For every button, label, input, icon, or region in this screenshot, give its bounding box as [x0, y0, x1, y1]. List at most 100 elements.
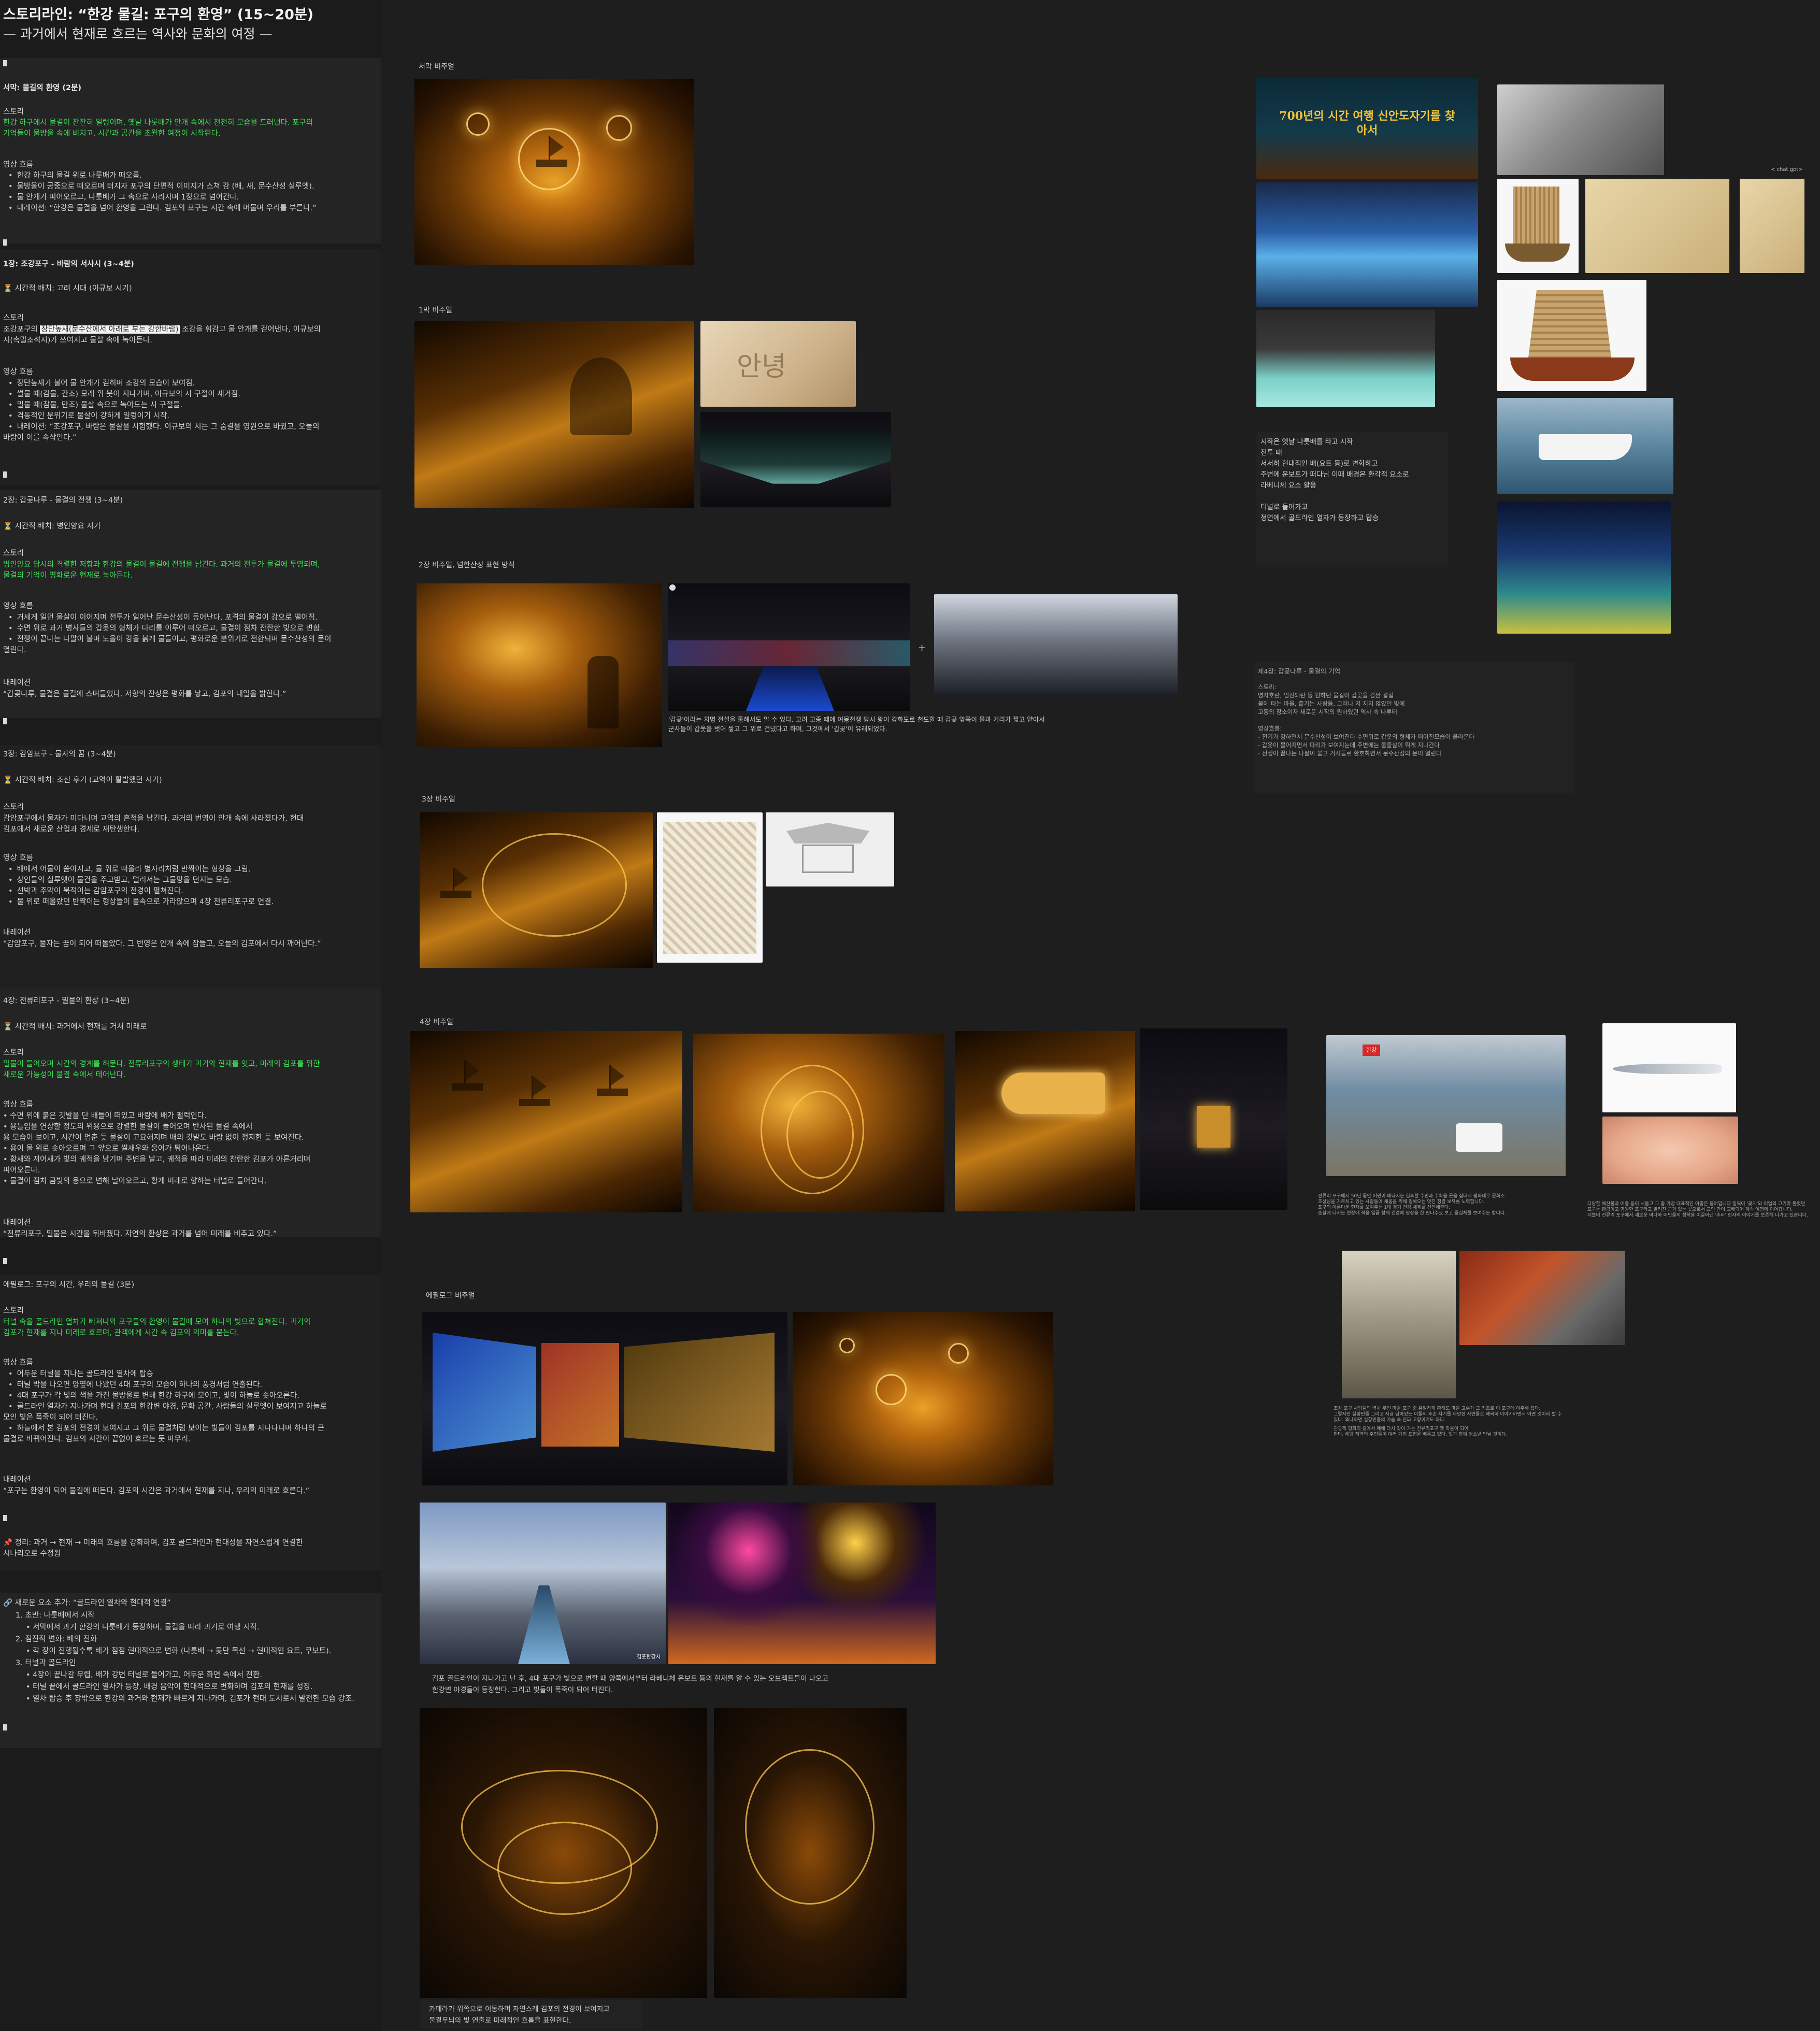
- boat-icon: [519, 1076, 550, 1106]
- section-label: 서막 비주얼: [419, 63, 454, 71]
- plus-icon[interactable]: +: [918, 642, 926, 653]
- flow-item: • 용이 물 위로 솟아오르며 그 앞으로 썰새우와 웅어가 튀어나온다.: [3, 1145, 211, 1153]
- flow-item: • 용틀임을 연상할 정도의 위용으로 강렬한 물살이 들어오며 반사된 물결 …: [3, 1123, 253, 1131]
- museum-image-floor[interactable]: [1256, 182, 1478, 307]
- chapter3-image-market[interactable]: [420, 812, 653, 968]
- archive-photo-boat[interactable]: [1497, 84, 1664, 175]
- prologue-image[interactable]: [414, 79, 694, 265]
- ship-diagram[interactable]: [1497, 179, 1579, 273]
- autumn-photo[interactable]: [1459, 1251, 1625, 1345]
- narration: “포구는 환영이 되어 물길에 떠돈다. 김포의 시간은 과거에서 현재를 지나…: [3, 1487, 310, 1495]
- story-text: 과거의 번영이 안개 속에 사라졌다가, 현대: [169, 814, 304, 823]
- new-elements-item: • 열차 탑승 후 창밖으로 한강의 과거와 현재가 빠르게 지나가며, 김포가…: [26, 1695, 354, 1703]
- section-label: 에필로그 비주얼: [426, 1292, 475, 1300]
- tunnel-view: [700, 430, 891, 484]
- chapter3-heading: 3장: 감암포구 - 물자의 꿈 (3~4분): [3, 750, 116, 759]
- chapter2-image-gallery[interactable]: [934, 594, 1178, 697]
- narration-label: 내레이션: [3, 679, 31, 687]
- story-label: 스토리: [3, 1307, 24, 1315]
- note-line: 다양한 해산물과 어종 등이 시들고 그 중 가장 대표적인 어종은 웅어입니다…: [1587, 1202, 1805, 1207]
- painting-market[interactable]: [1585, 179, 1729, 273]
- note-line: [1260, 491, 1444, 502]
- train-front: [1197, 1106, 1230, 1148]
- shrimp-photo[interactable]: [1602, 1117, 1738, 1184]
- divider: [3, 471, 7, 478]
- story-text: 감암포구에서 물자가 미다니며 교역의 흔적을 남긴다.: [3, 814, 170, 823]
- fence-sign: 한강: [1363, 1045, 1380, 1056]
- page-subtitle: — 과거에서 현재로 흐르는 역사와 문화의 여정 —: [3, 26, 273, 41]
- chatgpt-tag: < chat gpt>: [1771, 167, 1803, 173]
- ship-model[interactable]: [1497, 280, 1646, 391]
- fish-photo[interactable]: [1602, 1023, 1736, 1112]
- chapter4-image-train-tunnel[interactable]: [1140, 1028, 1287, 1210]
- chapter4-image-dragon[interactable]: [693, 1034, 944, 1212]
- flow-item: 어두운 터널을 지나는 골드라인 열차에 탑승: [8, 1369, 377, 1380]
- dragon-swirl: [786, 1091, 854, 1179]
- canal-night[interactable]: [1497, 502, 1671, 634]
- chapter4-image-flags[interactable]: [410, 1031, 682, 1212]
- chapter4-note: 제4장: 갑곶나루 - 물결의 기억 스토리: 병자호란, 임진왜란 등 원하던…: [1254, 662, 1575, 793]
- train-shape: [1001, 1072, 1105, 1114]
- selection-dot-icon[interactable]: [669, 584, 676, 591]
- museum-image-hall[interactable]: [1256, 310, 1435, 407]
- epilogue-image-bubbles[interactable]: [793, 1312, 1053, 1485]
- flow-item: 용 모습이 보이고, 시간이 멈춘 듯 물살이 고요해지며 배의 깃발도 바람 …: [3, 1134, 304, 1142]
- modern-boat[interactable]: [1497, 398, 1673, 494]
- port-photo[interactable]: 한강: [1326, 1035, 1566, 1176]
- old-family-photo[interactable]: [1342, 1251, 1456, 1398]
- story-label: 스토리: [3, 108, 24, 116]
- museum-sign-text: 700년의 시간 여행 신안도자기를 찾아서: [1279, 109, 1455, 137]
- epilogue-story: 김포가 현재를 지나 미래로 흐르며, 관객에게 시간 속 김포의 의미를 묻는…: [3, 1329, 239, 1337]
- chapter1-image-sand[interactable]: 안녕: [700, 321, 856, 407]
- flow-label: 영상 흐름: [3, 161, 33, 169]
- section-label: 1막 비주얼: [419, 306, 452, 314]
- river-light: [497, 1822, 632, 1915]
- story-text: 조강포구의: [3, 325, 40, 334]
- epilogue-image-aerial-1[interactable]: [420, 1708, 707, 1998]
- chapter4-heading: 4장: 전류리포구 - 밀물의 환상 (3~4분): [3, 997, 130, 1005]
- museum-image-sign[interactable]: 700년의 시간 여행 신안도자기를 찾아서: [1256, 78, 1478, 179]
- painting-scroll[interactable]: [1740, 179, 1804, 273]
- time-setting: ⏳ 시간적 배치: 고려 시대 (이규보 시기): [3, 284, 132, 293]
- chapter4-story: 밀물이 들어오며 시간의 경계를 허문다. 전류리포구의 생태가 과거와 현재를…: [3, 1060, 320, 1068]
- story-panel: 스토리라인: “한강 물길: 포구의 환영” (15~20분) — 과거에서 현…: [0, 0, 381, 2031]
- final-caption: 물결무늬의 빛 연출로 미래적인 흐름을 표현한다.: [429, 2016, 571, 2025]
- note-line: 병자호란, 임진왜란 등 원하던 물길이 갑곶을 감싼 갈길: [1258, 692, 1394, 699]
- chapter1-image-tunnel[interactable]: [700, 412, 891, 507]
- new-elements-title: 🔗 새로운 요소 추가: “골드라인 열차와 현대적 연결”: [3, 1599, 171, 1607]
- chapter2-image-mural[interactable]: [668, 583, 910, 711]
- note-line: 고동의 장소이자 새로운 시작의 원하였던 역사 속 나루터: [1258, 708, 1397, 716]
- highlighted-text[interactable]: 장단높새(문수산에서 아래로 부는 강한바람): [40, 325, 180, 334]
- chapter3-image-sketch[interactable]: [657, 812, 763, 963]
- flow-item-tail: 열린다.: [3, 646, 26, 654]
- chapter2-image-battle[interactable]: [417, 583, 662, 747]
- note-line: 영상흐름:: [1258, 725, 1282, 732]
- epilogue-image-fireworks[interactable]: [668, 1503, 936, 1664]
- note-line: 조상님을 가르치고 있는 사람들이 채움을 위해 일해오는 멋진 청결 보유를 …: [1318, 1199, 1485, 1205]
- chapter3-image-pavilion[interactable]: [766, 812, 894, 886]
- chapter1-image-scholar[interactable]: [414, 321, 694, 508]
- new-elements-item: 3. 터널과 골드라인: [16, 1659, 76, 1667]
- note-line: 정면에서 골드라인 열차가 등장하고 탑승: [1260, 514, 1379, 522]
- roof-shape: [786, 823, 869, 843]
- epilogue-heading: 에필로그: 포구의 시간, 우리의 물길 (3분): [3, 1281, 135, 1289]
- chapter4-image-train[interactable]: [955, 1031, 1135, 1211]
- new-elements-item: • 각 장이 진행될수록 배가 점점 현대적으로 변화 (나룻배 → 돛단 목선…: [26, 1647, 332, 1655]
- note-line: 불에 타는 마을, 흩기는 사람들, 그러나 저 지지 않았던 빛에: [1258, 700, 1405, 707]
- chapter2-story: 물결의 기억이 평화로운 현재로 녹아든다.: [3, 571, 133, 580]
- flow-item: 피어오른다.: [3, 1166, 40, 1175]
- epilogue-image-gallery[interactable]: [422, 1312, 787, 1485]
- narration: “전류리포구, 밀물은 시간을 뒤바꿨다. 자연의 환상은 과거를 넘어 미래를…: [3, 1230, 277, 1238]
- epilogue-image-aerial-2[interactable]: [714, 1708, 907, 1998]
- epilogue-image-waterway[interactable]: 김포한강시: [420, 1503, 666, 1664]
- chapter3-story: 감암포구에서 물자가 미다니며 교역의 흔적을 남긴다. 과거의 번영이 안개 …: [3, 813, 377, 824]
- note-title: 제4장: 갑곶나루 - 물결의 기억: [1258, 667, 1341, 675]
- flow-item: 내레이션: “조강포구, 바람은 물살을 시험했다. 이규보의 시는 그 숨결을…: [8, 422, 377, 433]
- divider: [3, 60, 7, 66]
- flow-item: 물 위로 떠올랐던 반짝이는 형상들이 물속으로 가라앉으며 4장 전류리포구로…: [8, 897, 377, 908]
- flow-item: 장단높새가 불어 물 안개가 걷히며 조강의 모습이 보여짐.: [8, 378, 377, 389]
- note-line: 더불어 전류리 포구에서 새로운 바다와 어민들의 정착을 이끌어낸 '추라' …: [1587, 1213, 1808, 1218]
- story-label: 스토리: [3, 314, 24, 322]
- flow-item: 수면 위로 과거 병사들의 갑옷의 형체가 다리를 이루어 떠오르고, 물결이 …: [8, 623, 377, 634]
- story-label: 스토리: [3, 1049, 24, 1057]
